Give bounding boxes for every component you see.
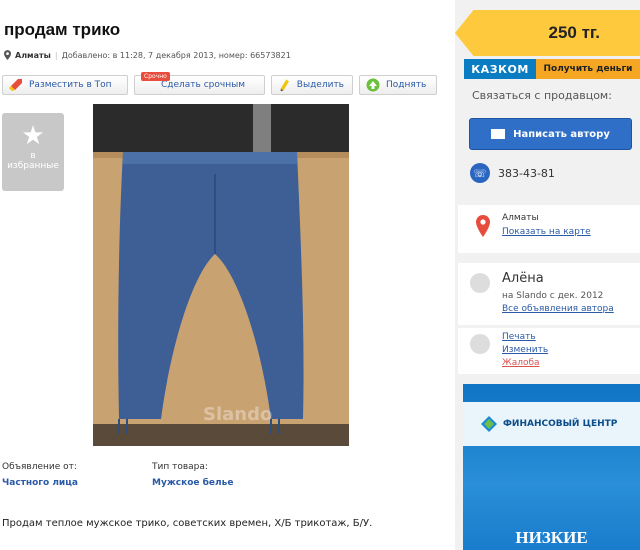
listing-title: продам трико: [4, 20, 121, 39]
star-icon: ★: [21, 121, 45, 151]
photo-watermark: Slando: [203, 404, 273, 425]
phone-number: 383-43-81: [498, 166, 555, 180]
write-author-button[interactable]: Написать автору: [469, 118, 632, 150]
add-to-favorites-button[interactable]: ★ в избранные: [2, 113, 64, 191]
promotion-toolbar: Разместить в Топ Срочно Сделать срочным …: [2, 72, 437, 95]
promote-top-button[interactable]: Разместить в Топ: [2, 75, 128, 95]
urgent-badge: Срочно: [141, 72, 170, 81]
phone-icon: ☏: [470, 163, 490, 183]
edit-link[interactable]: Изменить: [502, 345, 548, 355]
raise-button[interactable]: Поднять: [359, 75, 437, 95]
kazkom-logo: КАЗКОМ: [464, 59, 536, 79]
meta-divider: |: [54, 50, 58, 60]
speech-bubble-icon: [470, 334, 490, 354]
listing-main: продам трико Алматы | Добавлено: в 11:28…: [0, 0, 455, 550]
listing-description: Продам теплое мужское трико, советских в…: [2, 518, 373, 529]
location-city: Алматы: [502, 213, 539, 223]
financial-center-logo-strip: ФИНАНСОВЫЙ ЦЕНТР: [463, 402, 640, 446]
diamond-logo-icon: [481, 416, 497, 432]
make-urgent-button[interactable]: Срочно Сделать срочным: [134, 72, 265, 95]
listing-city-link[interactable]: Алматы: [15, 51, 51, 60]
write-author-label: Написать автору: [513, 128, 610, 140]
make-urgent-label: Сделать срочным: [161, 80, 245, 90]
kazkom-banner[interactable]: КАЗКОМ Получить деньги: [464, 59, 640, 79]
product-type-value[interactable]: Мужское белье: [152, 478, 233, 488]
listing-added-info: Добавлено: в 11:28, 7 декабря 2013, номе…: [61, 50, 291, 60]
map-pin-icon: [476, 215, 490, 237]
listing-meta: Алматы | Добавлено: в 11:28, 7 декабря 2…: [4, 50, 291, 60]
favorites-label-line2: избранные: [7, 161, 59, 171]
marker-icon: [280, 79, 289, 92]
seller-name: Алёна: [502, 271, 544, 286]
avatar: [470, 273, 490, 293]
seller-all-ads-link[interactable]: Все объявления автора: [502, 304, 614, 314]
product-type-block: Тип товара: Мужское белье: [152, 462, 233, 488]
listing-actions-card: Печать Изменить Жалоба: [458, 328, 640, 374]
seller-sidebar: 250 тг. КАЗКОМ Получить деньги Связаться…: [455, 0, 640, 550]
banner-headline: НИЗКИЕ: [515, 528, 588, 547]
promote-top-label: Разместить в Топ: [29, 80, 112, 90]
complain-link[interactable]: Жалоба: [502, 358, 540, 368]
highlight-label: Выделить: [296, 80, 344, 90]
highlight-button[interactable]: Выделить: [271, 75, 353, 95]
price-tag: 250 тг.: [455, 10, 640, 56]
print-link[interactable]: Печать: [502, 332, 536, 342]
ad-from-block: Объявление от: Частного лица: [2, 462, 78, 488]
mail-icon: [491, 129, 506, 139]
contact-heading: Связаться с продавцом:: [472, 89, 612, 102]
location-pin-icon: [4, 50, 11, 60]
favorites-label-line1: в: [30, 151, 36, 161]
kazkom-cta: Получить деньги: [536, 59, 640, 79]
ad-from-label: Объявление от:: [2, 462, 77, 472]
seller-card: Алёна на Slando с дек. 2012 Все объявлен…: [458, 263, 640, 325]
location-card: Алматы Показать на карте: [458, 205, 640, 253]
price-value: 250 тг.: [548, 23, 600, 42]
listing-photo[interactable]: Slando: [93, 104, 349, 446]
show-on-map-link[interactable]: Показать на карте: [502, 227, 591, 237]
rocket-icon: [9, 79, 22, 91]
raise-label: Поднять: [386, 80, 427, 90]
financial-center-ad[interactable]: ФИНАНСОВЫЙ ЦЕНТР НИЗКИЕ: [463, 384, 640, 550]
pants-photo-illustration: [93, 104, 349, 446]
raise-arrow-icon: [366, 78, 380, 92]
financial-center-brand: ФИНАНСОВЫЙ ЦЕНТР: [503, 419, 618, 429]
ad-from-value[interactable]: Частного лица: [2, 478, 78, 488]
seller-since: на Slando с дек. 2012: [502, 291, 604, 301]
product-type-label: Тип товара:: [152, 462, 208, 472]
phone-row[interactable]: ☏ 383-43-81: [470, 163, 555, 183]
